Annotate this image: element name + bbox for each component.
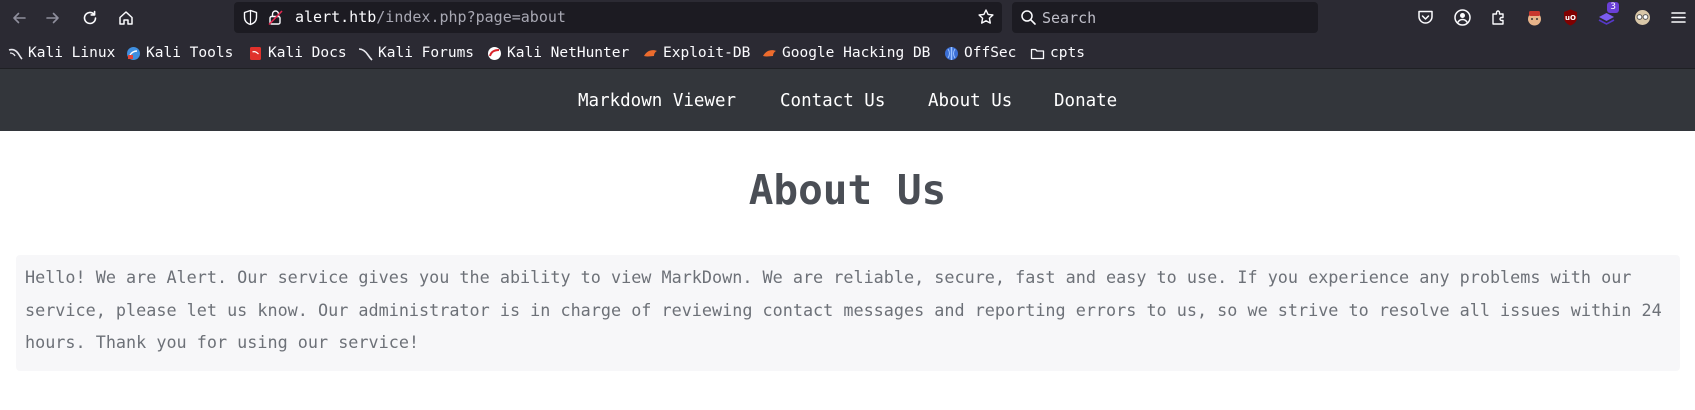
bookmark-kali-docs[interactable]: Kali Docs <box>248 43 347 63</box>
bookmark-kali-tools[interactable]: Kali Tools <box>126 43 233 63</box>
nav-contact-us[interactable]: Contact Us <box>780 90 885 112</box>
svg-text:uO: uO <box>1565 14 1576 22</box>
forward-icon <box>46 12 59 24</box>
url-path: /index.php?page=about <box>376 8 566 26</box>
nav-markdown-viewer[interactable]: Markdown Viewer <box>578 90 736 112</box>
extension-badge-count: 3 <box>1607 2 1619 13</box>
bookmark-offsec[interactable]: OffSec <box>944 43 1016 63</box>
nav-donate[interactable]: Donate <box>1054 90 1117 112</box>
url-host: alert.htb <box>295 8 377 26</box>
bookmark-label: Exploit-DB <box>663 45 751 61</box>
forward-button[interactable] <box>38 3 68 33</box>
search-icon <box>1021 10 1036 25</box>
nav-about-us[interactable]: About Us <box>928 90 1012 112</box>
bookmark-kali-nethunter[interactable]: Kali NetHunter <box>487 43 629 63</box>
bookmark-kali-linux[interactable]: Kali Linux <box>8 43 115 63</box>
back-button[interactable] <box>4 3 34 33</box>
nethunter-icon <box>487 46 502 61</box>
extensions-icon <box>1491 9 1504 25</box>
ublock-icon: uO <box>1563 9 1577 25</box>
bookmark-label: Google Hacking DB <box>782 45 931 61</box>
bookmark-label: Kali Docs <box>268 45 347 61</box>
site-navigation: Markdown Viewer Contact Us About Us Dona… <box>0 68 1695 131</box>
extensions-button[interactable] <box>1488 7 1508 27</box>
back-icon <box>13 12 26 24</box>
app-menu-button[interactable] <box>1668 7 1688 27</box>
reload-button[interactable] <box>75 3 105 33</box>
bookmark-exploit-db[interactable]: Exploit-DB <box>643 43 750 63</box>
bookmark-google-hacking-db[interactable]: Google Hacking DB <box>762 43 930 63</box>
kali-docs-icon <box>248 46 263 61</box>
hackbar-extension-button[interactable] <box>1524 7 1544 27</box>
kali-forums-icon <box>358 46 373 61</box>
foxyproxy-button[interactable] <box>1632 7 1652 27</box>
bookmark-label: Kali Tools <box>146 45 234 61</box>
ublock-button[interactable]: uO <box>1560 7 1580 27</box>
about-section: Hello! We are Alert. Our service gives y… <box>16 255 1680 371</box>
account-icon <box>1453 8 1471 26</box>
page-content: About Us Hello! We are Alert. Our servic… <box>0 131 1695 410</box>
kali-tools-icon <box>126 46 141 61</box>
hackbar-icon <box>1527 10 1541 25</box>
about-paragraph: Hello! We are Alert. Our service gives y… <box>25 267 1662 352</box>
search-input[interactable] <box>1042 7 1302 28</box>
insecure-lock-icon[interactable] <box>267 9 284 26</box>
bookmark-folder-cpts[interactable]: cpts <box>1030 43 1085 63</box>
bookmarks-toolbar: Kali Linux Kali Tools Kali Docs Kali For… <box>0 38 1695 68</box>
bookmark-label: Kali Forums <box>378 45 475 61</box>
ghdb-icon <box>762 46 777 61</box>
bookmark-label: Kali Linux <box>28 45 116 61</box>
bookmark-label: Kali NetHunter <box>507 45 630 61</box>
url-text[interactable]: alert.htb/index.php?page=about <box>295 8 566 27</box>
exploit-db-icon <box>643 46 658 61</box>
bookmark-kali-forums[interactable]: Kali Forums <box>358 43 474 63</box>
offsec-icon <box>944 46 959 61</box>
browser-toolbar: alert.htb/index.php?page=about uO 3 <box>0 0 1695 35</box>
address-bar[interactable]: alert.htb/index.php?page=about <box>234 2 1002 33</box>
reload-icon <box>83 10 97 25</box>
page-title: About Us <box>748 166 947 214</box>
pocket-button[interactable] <box>1415 7 1435 27</box>
menu-icon <box>1670 11 1686 23</box>
tracking-protection-icon[interactable] <box>242 9 259 26</box>
browser-chrome: alert.htb/index.php?page=about uO 3 <box>0 0 1695 68</box>
account-button[interactable] <box>1452 7 1472 27</box>
home-button[interactable] <box>111 3 141 33</box>
home-icon <box>119 11 133 25</box>
kali-dragon-icon <box>8 46 23 61</box>
foxyproxy-icon <box>1634 9 1650 25</box>
bookmark-label: cpts <box>1050 45 1085 61</box>
badge-extension-button[interactable]: 3 <box>1596 2 1619 27</box>
search-bar[interactable] <box>1012 2 1318 33</box>
bookmark-star-icon[interactable] <box>977 8 995 26</box>
folder-icon <box>1030 46 1045 61</box>
bookmark-label: OffSec <box>964 45 1017 61</box>
pocket-icon <box>1417 10 1433 24</box>
